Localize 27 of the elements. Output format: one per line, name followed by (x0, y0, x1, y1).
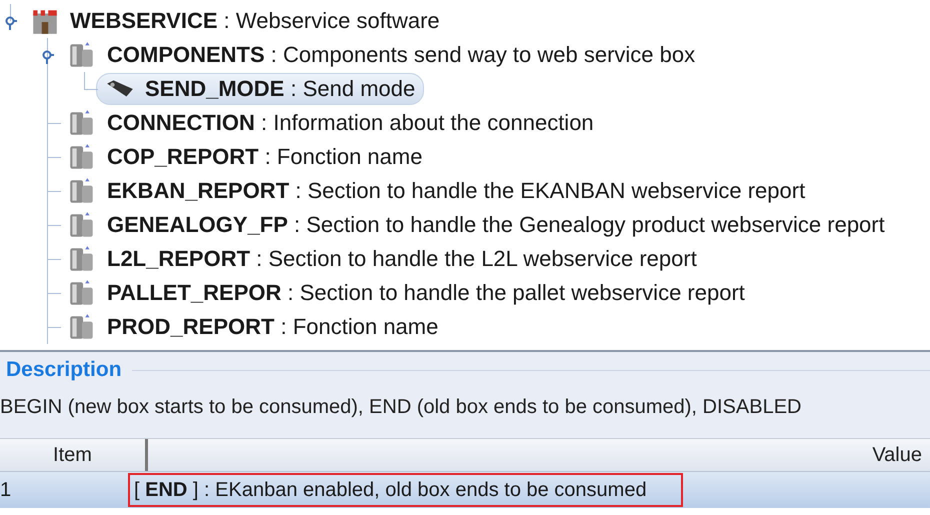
item-label: GENEALOGY_FP : Section to handle the Genealogy product webservice report (107, 212, 885, 238)
tree-item[interactable]: EKBAN_REPORT : Section to handle the EKANBAN webservice report (59, 176, 814, 206)
column-header[interactable]: Value (148, 439, 930, 471)
section-title: Description (6, 358, 122, 382)
item-label: SEND_MODE : Send mode (145, 76, 416, 102)
item-label: COMPONENTS : Components send way to web service box (107, 42, 696, 68)
tree-item[interactable]: L2L_REPORT : Section to handle the L2L webservice report (59, 244, 705, 274)
tree-item[interactable]: CONNECTION : Information about the connection (59, 108, 602, 138)
item-label: COP_REPORT : Fonction name (107, 144, 422, 170)
table-cell: [ END ] : EKanban enabled, old box ends to be consumed (128, 473, 683, 507)
expand-handle[interactable] (5, 14, 17, 30)
tree-item[interactable]: PROD_REPORT : Fonction name (59, 312, 446, 342)
item-label: L2L_REPORT : Section to handle the L2L webservice report (107, 246, 697, 272)
tree-item[interactable]: COMPONENTS : Components send way to web service box (59, 40, 704, 70)
item-label: CONNECTION : Information about the connection (107, 110, 594, 136)
item-label: PALLET_REPOR : Section to handle the pallet webservice report (107, 280, 745, 306)
expand-handle[interactable] (42, 48, 54, 64)
table-cell-text: 1 (0, 478, 12, 502)
tree-item[interactable]: COP_REPORT : Fonction name (59, 142, 430, 172)
tree-item[interactable]: PALLET_REPOR : Section to handle the pallet webservice report (59, 278, 753, 308)
item-label: WEBSERVICE : Webservice software (70, 8, 440, 34)
description-text: BEGIN (new box starts to be consumed), END (old box ends to be consumed), DISABLED (0, 396, 802, 419)
item-label: PROD_REPORT : Fonction name (107, 314, 438, 340)
tree-item[interactable]: GENEALOGY_FP : Section to handle the Genealogy product webservice report (59, 210, 893, 240)
tree-item[interactable]: SEND_MODE : Send mode (96, 73, 424, 105)
tree-item[interactable]: WEBSERVICE : Webservice software (22, 6, 448, 36)
item-label: EKBAN_REPORT : Section to handle the EKANBAN webservice report (107, 178, 806, 204)
